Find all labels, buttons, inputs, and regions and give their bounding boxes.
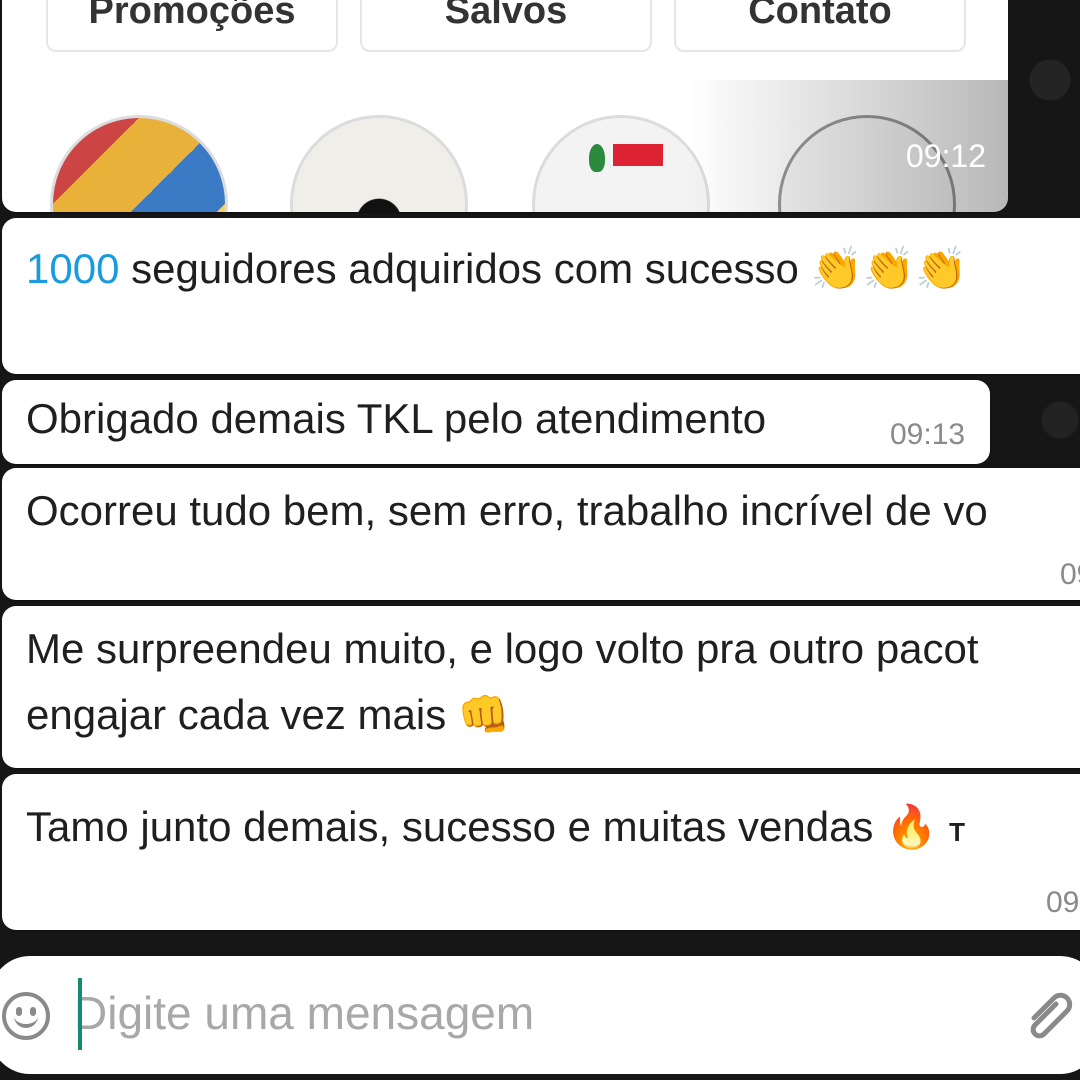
trailing-emoji: T	[949, 817, 965, 847]
chat-message[interactable]: Me surpreendeu muito, e logo volto pra o…	[2, 606, 1080, 768]
clapping-emoji: 👏👏👏	[810, 245, 968, 292]
chat-message[interactable]: Ocorreu tudo bem, sem erro, trabalho inc…	[2, 468, 1080, 600]
message-body: engajar cada vez mais	[26, 691, 458, 738]
catalog-thumbnail[interactable]	[532, 115, 710, 212]
chat-message[interactable]: Obrigado demais TKL pelo atendimento 09:…	[2, 380, 990, 464]
business-card-message[interactable]: Promoções Salvos Contato 09:12	[2, 0, 1008, 212]
emoji-mouth	[14, 1014, 38, 1028]
emoji-icon[interactable]	[2, 992, 50, 1040]
text-cursor	[78, 978, 82, 1050]
paperclip-icon[interactable]	[1020, 984, 1080, 1044]
fire-emoji: 🔥	[885, 803, 938, 850]
message-text: Ocorreu tudo bem, sem erro, trabalho inc…	[26, 487, 988, 534]
message-time: 09	[1060, 558, 1080, 591]
catalog-thumbnail[interactable]	[50, 115, 228, 212]
message-text-line: engajar cada vez mais 👊	[26, 682, 510, 747]
message-body: seguidores adquiridos com sucesso	[119, 245, 811, 292]
chat-message[interactable]: Tamo junto demais, sucesso e muitas vend…	[2, 774, 1080, 930]
chat-message[interactable]: 1000 seguidores adquiridos com sucesso 👏…	[2, 218, 1080, 374]
catalog-thumbnail[interactable]	[290, 115, 468, 212]
message-input-placeholder[interactable]: Digite uma mensagem	[74, 986, 534, 1040]
message-time: 09:12	[905, 138, 986, 174]
message-text-line: Me surpreendeu muito, e logo volto pra o…	[26, 625, 979, 672]
message-text: Obrigado demais TKL pelo atendimento	[26, 395, 767, 442]
message-time: 09	[1046, 886, 1080, 919]
message-text: Tamo junto demais, sucesso e muitas vend…	[26, 794, 965, 859]
saved-button[interactable]: Salvos	[360, 0, 652, 52]
message-body: Tamo junto demais, sucesso e muitas vend…	[26, 803, 886, 850]
fist-emoji: 👊	[457, 691, 511, 738]
message-input-bar[interactable]: Digite uma mensagem	[0, 956, 1080, 1074]
follower-count: 1000	[26, 245, 120, 292]
message-time: 09:13	[890, 418, 966, 451]
brand-logo	[613, 144, 663, 166]
message-text: 1000 seguidores adquiridos com sucesso 👏…	[26, 236, 967, 301]
promotions-button[interactable]: Promoções	[46, 0, 338, 52]
contact-button[interactable]: Contato	[674, 0, 966, 52]
leaf-logo-icon	[589, 144, 605, 172]
